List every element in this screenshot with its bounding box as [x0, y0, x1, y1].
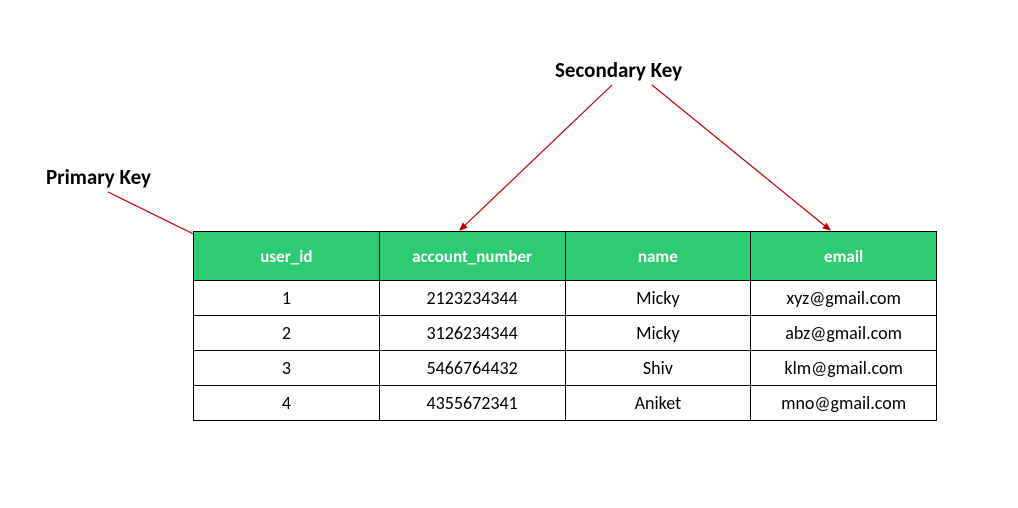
data-table: user_id account_number name email 1 2123… [193, 231, 937, 421]
cell-email: xyz@gmail.com [751, 281, 937, 316]
cell-user-id: 3 [194, 351, 380, 386]
col-header-account-number: account_number [379, 232, 565, 281]
table-row: 1 2123234344 Micky xyz@gmail.com [194, 281, 937, 316]
cell-user-id: 2 [194, 316, 380, 351]
cell-account-number: 4355672341 [379, 386, 565, 421]
table-row: 4 4355672341 Aniket mno@gmail.com [194, 386, 937, 421]
table-header-row: user_id account_number name email [194, 232, 937, 281]
cell-email: mno@gmail.com [751, 386, 937, 421]
primary-key-label: Primary Key [46, 164, 151, 190]
secondary-key-arrow-2 [652, 85, 830, 230]
db-table: user_id account_number name email 1 2123… [193, 231, 937, 421]
cell-user-id: 1 [194, 281, 380, 316]
cell-name: Micky [565, 281, 751, 316]
cell-user-id: 4 [194, 386, 380, 421]
cell-name: Shiv [565, 351, 751, 386]
cell-email: klm@gmail.com [751, 351, 937, 386]
table-row: 3 5466764432 Shiv klm@gmail.com [194, 351, 937, 386]
secondary-key-arrow-1 [460, 85, 612, 230]
secondary-key-label: Secondary Key [555, 57, 682, 83]
col-header-name: name [565, 232, 751, 281]
cell-account-number: 5466764432 [379, 351, 565, 386]
cell-email: abz@gmail.com [751, 316, 937, 351]
cell-account-number: 2123234344 [379, 281, 565, 316]
col-header-email: email [751, 232, 937, 281]
cell-name: Micky [565, 316, 751, 351]
table-row: 2 3126234344 Micky abz@gmail.com [194, 316, 937, 351]
cell-account-number: 3126234344 [379, 316, 565, 351]
cell-name: Aniket [565, 386, 751, 421]
col-header-user-id: user_id [194, 232, 380, 281]
